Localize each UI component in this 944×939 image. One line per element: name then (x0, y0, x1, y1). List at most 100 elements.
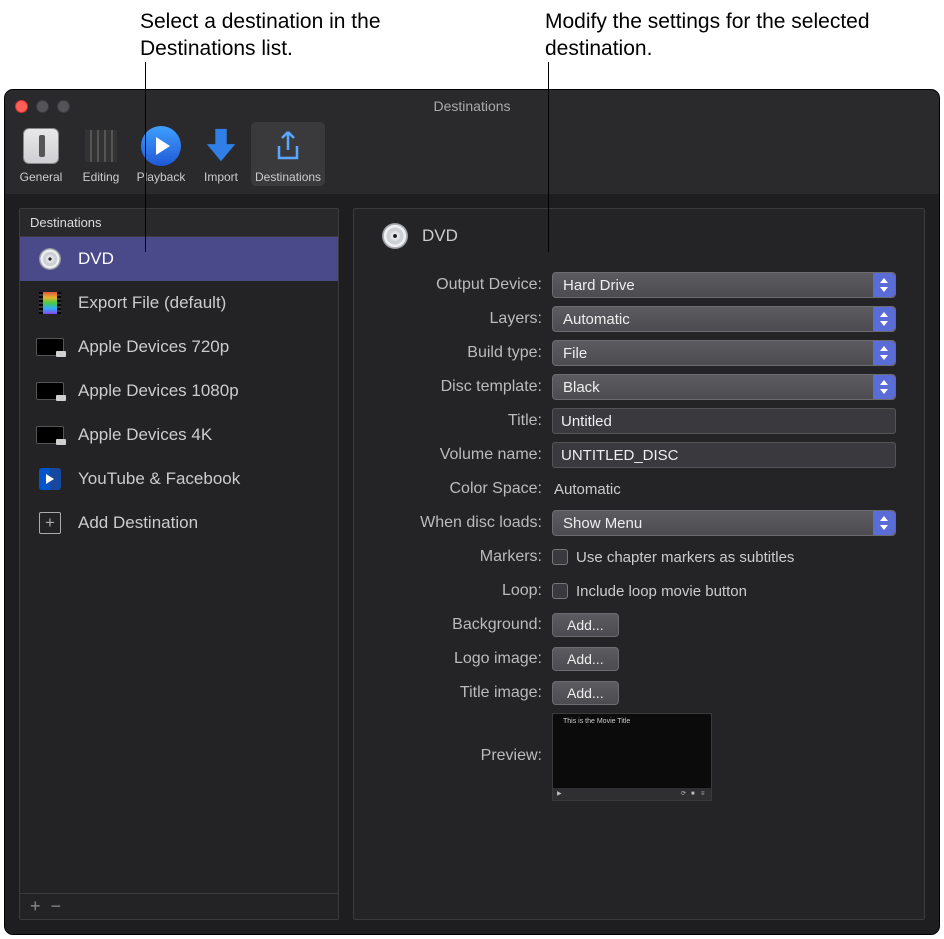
label-markers: Markers: (382, 548, 542, 566)
row-markers: Markers: Use chapter markers as subtitle… (382, 543, 896, 571)
tab-destinations[interactable]: Destinations (251, 122, 325, 186)
build-type-value: File (563, 345, 587, 362)
preview-stop-icon: ■ (691, 791, 697, 797)
row-output-device: Output Device: Hard Drive (382, 271, 896, 299)
row-color-space: Color Space: Automatic (382, 475, 896, 503)
label-loop: Loop: (382, 582, 542, 600)
tab-import-label: Import (204, 170, 238, 184)
color-space-value: Automatic (552, 479, 896, 500)
label-background: Background: (382, 616, 542, 634)
add-background-button[interactable]: Add... (552, 613, 619, 637)
destination-detail-panel: DVD Output Device: Hard Drive Layers: Au… (353, 208, 925, 920)
tab-import[interactable]: Import (191, 122, 251, 186)
share-icon (266, 124, 310, 168)
general-icon (19, 124, 63, 168)
sidebar-item-dvd[interactable]: DVD (20, 237, 338, 281)
destinations-list: DVD Export File (default) Apple Devices … (20, 237, 338, 893)
chevron-updown-icon (873, 341, 895, 365)
filmstrip-icon (79, 124, 123, 168)
add-destination-button[interactable]: + (30, 896, 41, 917)
tab-destinations-label: Destinations (255, 170, 321, 184)
row-layers: Layers: Automatic (382, 305, 896, 333)
label-color-space: Color Space: (382, 480, 542, 498)
detail-title: DVD (422, 226, 458, 246)
minimize-window-button[interactable] (36, 100, 49, 113)
sidebar-footer: + − (20, 893, 338, 919)
row-preview: Preview: This is the Movie Title ▶ ⟳ ■ ≡ (382, 713, 896, 801)
disc-template-popup[interactable]: Black (552, 374, 896, 400)
row-logo-image: Logo image: Add... (382, 645, 896, 673)
row-background: Background: Add... (382, 611, 896, 639)
volume-name-input[interactable] (552, 442, 896, 468)
chevron-updown-icon (873, 511, 895, 535)
zoom-window-button[interactable] (57, 100, 70, 113)
sidebar-item-label: Apple Devices 4K (78, 425, 212, 445)
apple-devices-icon (36, 336, 64, 358)
preview-thumbnail: This is the Movie Title ▶ ⟳ ■ ≡ (552, 713, 712, 801)
sidebar-item-add-destination[interactable]: + Add Destination (20, 501, 338, 545)
sidebar-item-label: Add Destination (78, 513, 198, 533)
sidebar-item-youtube-facebook[interactable]: YouTube & Facebook (20, 457, 338, 501)
disc-icon (382, 223, 408, 249)
tab-general-label: General (20, 170, 63, 184)
label-title: Title: (382, 412, 542, 430)
callout-line-right (548, 62, 549, 252)
output-device-popup[interactable]: Hard Drive (552, 272, 896, 298)
label-title-image: Title image: (382, 684, 542, 702)
chevron-updown-icon (873, 375, 895, 399)
callout-left: Select a destination in the Destinations… (140, 8, 450, 63)
sidebar-header: Destinations (20, 209, 338, 237)
disc-template-value: Black (563, 379, 600, 396)
markers-option-label: Use chapter markers as subtitles (576, 549, 794, 566)
label-layers: Layers: (382, 310, 542, 328)
import-arrow-icon (199, 124, 243, 168)
youtube-icon (36, 468, 64, 490)
row-title: Title: (382, 407, 896, 435)
label-logo-image: Logo image: (382, 650, 542, 668)
preview-controls: ▶ ⟳ ■ ≡ (553, 788, 711, 800)
add-title-image-button[interactable]: Add... (552, 681, 619, 705)
row-title-image: Title image: Add... (382, 679, 896, 707)
callout-line-left (145, 62, 146, 252)
sidebar-item-label: DVD (78, 249, 114, 269)
tab-playback[interactable]: Playback (131, 122, 191, 186)
label-preview: Preview: (382, 713, 542, 765)
loop-checkbox[interactable] (552, 583, 568, 599)
apple-devices-icon (36, 424, 64, 446)
remove-destination-button[interactable]: − (51, 896, 62, 917)
close-window-button[interactable] (15, 100, 28, 113)
detail-header: DVD (382, 223, 896, 249)
preview-loop-icon: ⟳ (681, 791, 687, 797)
tab-general[interactable]: General (11, 122, 71, 186)
window-body: Destinations DVD Export File (default) A… (5, 194, 939, 934)
sidebar-item-apple-720p[interactable]: Apple Devices 720p (20, 325, 338, 369)
traffic-lights (15, 100, 70, 113)
layers-popup[interactable]: Automatic (552, 306, 896, 332)
sidebar-item-apple-1080p[interactable]: Apple Devices 1080p (20, 369, 338, 413)
preview-eject-icon: ≡ (701, 791, 707, 797)
sidebar-item-apple-4k[interactable]: Apple Devices 4K (20, 413, 338, 457)
title-input[interactable] (552, 408, 896, 434)
disc-loads-popup[interactable]: Show Menu (552, 510, 896, 536)
callouts-area: Select a destination in the Destinations… (0, 0, 944, 90)
apple-devices-icon (36, 380, 64, 402)
label-volume-name: Volume name: (382, 446, 542, 464)
row-disc-loads: When disc loads: Show Menu (382, 509, 896, 537)
tab-editing[interactable]: Editing (71, 122, 131, 186)
sidebar-item-export-file[interactable]: Export File (default) (20, 281, 338, 325)
row-disc-template: Disc template: Black (382, 373, 896, 401)
label-disc-loads: When disc loads: (382, 514, 542, 532)
chevron-updown-icon (873, 273, 895, 297)
preferences-toolbar: General Editing Playback Import Destinat… (5, 120, 331, 192)
preview-title-text: This is the Movie Title (563, 718, 630, 725)
row-loop: Loop: Include loop movie button (382, 577, 896, 605)
label-output-device: Output Device: (382, 276, 542, 294)
row-volume-name: Volume name: (382, 441, 896, 469)
row-build-type: Build type: File (382, 339, 896, 367)
label-build-type: Build type: (382, 344, 542, 362)
output-device-value: Hard Drive (563, 277, 635, 294)
markers-checkbox[interactable] (552, 549, 568, 565)
film-icon (36, 292, 64, 314)
add-logo-button[interactable]: Add... (552, 647, 619, 671)
build-type-popup[interactable]: File (552, 340, 896, 366)
